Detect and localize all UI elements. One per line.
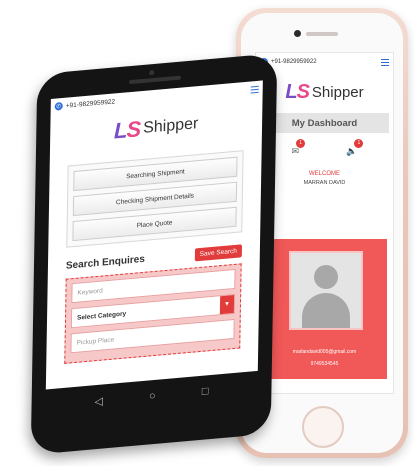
phone-icon: ✆ xyxy=(54,101,63,111)
search-form: Keyword Select Category ▼ Pickup Place xyxy=(64,263,242,364)
back-icon[interactable]: ◁ xyxy=(94,394,103,408)
search-title: Search Enquires xyxy=(65,253,145,272)
android-screen: ✆ +91-9829959922 LS Shipper Searching Sh… xyxy=(45,80,263,390)
user-phone: 9749534545 xyxy=(310,361,339,367)
avatar-head xyxy=(314,265,338,289)
top-bar: ✆ +91-9829959922 xyxy=(256,53,393,71)
android-nav-bar: ◁ ○ □ xyxy=(71,383,231,410)
avatar[interactable] xyxy=(289,251,363,330)
notification-badge: 1 xyxy=(354,138,364,148)
contact-number: +91-9829959922 xyxy=(271,59,317,65)
save-search-button[interactable]: Save Search xyxy=(194,244,243,262)
logo-text: Shipper xyxy=(311,83,364,101)
user-email: marlandavid005@gmail.com xyxy=(292,349,357,355)
speaker-grille xyxy=(306,32,338,36)
profile-panel: marlandavid005@gmail.com 9749534545 xyxy=(262,239,387,379)
earpiece xyxy=(129,75,182,85)
logo-mark: LS xyxy=(285,80,310,103)
notification-icon[interactable]: 🔈 1 xyxy=(346,138,364,157)
logo-text: Shipper xyxy=(143,115,199,137)
home-button[interactable] xyxy=(302,406,344,448)
category-value: Select Category xyxy=(76,309,127,322)
mail-badge: 1 xyxy=(296,138,306,148)
menu-box: Searching Shipment Checking Shipment Det… xyxy=(66,150,244,248)
front-camera-icon xyxy=(149,69,155,76)
logo-mark: LS xyxy=(113,116,141,144)
contact-number: +91-9829959922 xyxy=(65,97,116,110)
hamburger-menu-icon[interactable] xyxy=(250,83,259,95)
welcome-label: WELCOME xyxy=(308,171,340,177)
dashboard-icons: ✉ 1 🔈 1 xyxy=(256,133,393,169)
avatar-body xyxy=(302,293,350,328)
front-camera-icon xyxy=(294,30,301,37)
recents-icon[interactable]: □ xyxy=(202,385,209,399)
android-device: ✆ +91-9829959922 LS Shipper Searching Sh… xyxy=(30,53,278,455)
hamburger-menu-icon[interactable] xyxy=(381,57,389,68)
chevron-down-icon: ▼ xyxy=(219,294,235,315)
dashboard-title: My Dashboard xyxy=(260,113,389,133)
home-icon[interactable]: ○ xyxy=(149,390,156,404)
mail-icon[interactable]: ✉ 1 xyxy=(292,138,306,157)
user-name: MARRAN DAVID xyxy=(303,180,346,186)
